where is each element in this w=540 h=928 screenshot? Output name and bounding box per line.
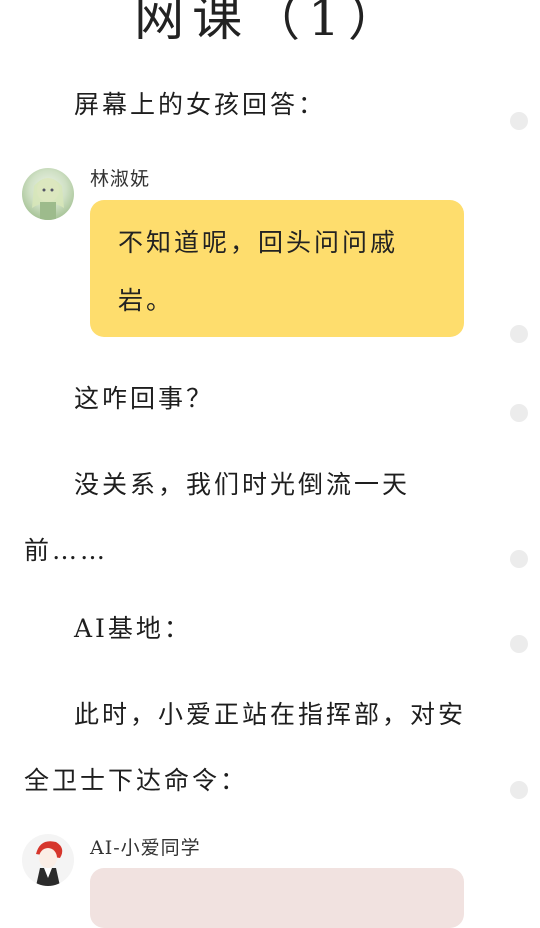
character-portrait-icon [32,178,64,220]
comment-dot[interactable] [510,325,528,343]
speaker-name: AI-小爱同学 [90,837,201,859]
narration-paragraph: 此时，小爱正站在指挥部，对安全卫士下达命令： [24,700,467,795]
comment-dot[interactable] [510,550,528,568]
avatar[interactable] [22,168,74,220]
comment-dot[interactable] [510,404,528,422]
chat-bubble: 不知道呢，回头问问戚岩。 [90,200,464,337]
speaker-name: 林淑妩 [90,168,151,190]
comment-dot[interactable] [510,112,528,130]
comment-dot[interactable] [510,781,528,799]
narration-paragraph: 没关系，我们时光倒流一天前…… [24,470,411,565]
narration-paragraph: 屏幕上的女孩回答： [74,90,327,119]
narration-paragraph: AI基地： [74,614,192,643]
avatar[interactable] [22,834,74,886]
chapter-title: 网课（1） [134,0,406,47]
comment-dot[interactable] [510,635,528,653]
narration-paragraph: 这咋回事？ [74,384,215,413]
character-portrait-icon [36,841,63,886]
chat-bubble [90,868,464,928]
